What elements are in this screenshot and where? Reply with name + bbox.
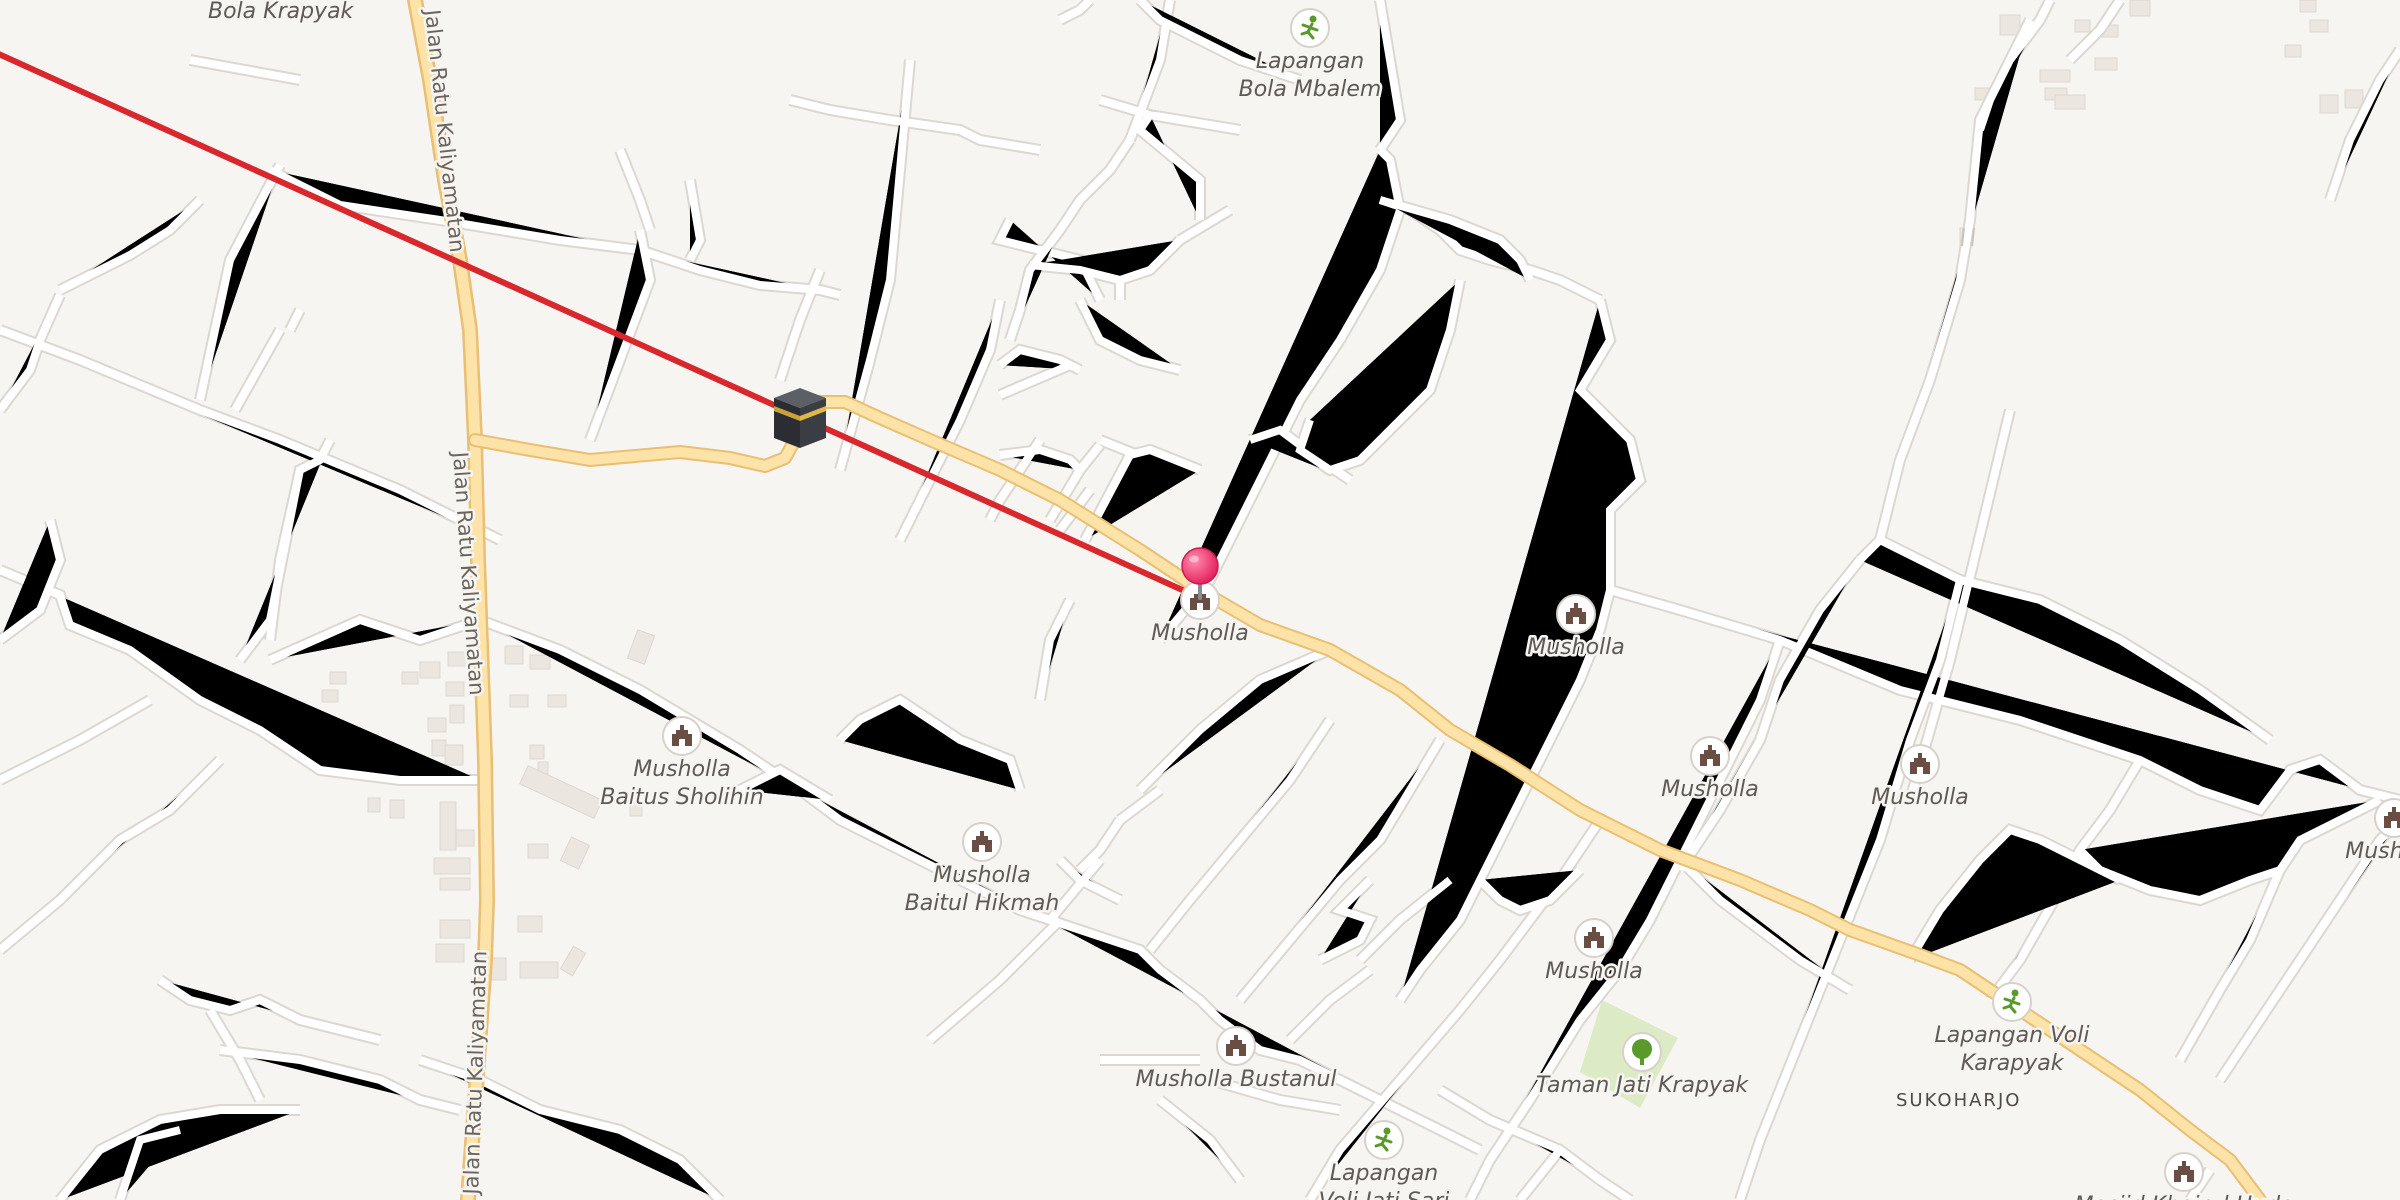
- poi-label: Masjid Khoirul Huda: [2074, 1193, 2293, 1200]
- poi-label: Musholla: [1661, 777, 1759, 802]
- poi-label: Musholla Bustanul: [1135, 1067, 1336, 1092]
- poi-label: Musholla: [1545, 959, 1643, 984]
- tree-icon: [1622, 1032, 1662, 1072]
- poi-label: Musholla: [933, 863, 1031, 888]
- place-label-bola-krapyak: Bola Krapyak: [208, 0, 355, 24]
- mosque-icon: [962, 822, 1002, 862]
- poi-label: Musholla: [1151, 621, 1249, 646]
- mosque-icon: [1690, 736, 1730, 776]
- poi-label: Lapangan: [1256, 49, 1365, 74]
- sports-icon: [1290, 8, 1330, 48]
- poi-label: Taman Jati Krapyak: [1536, 1073, 1750, 1098]
- poi-label: Musholla: [1527, 635, 1625, 660]
- sports-icon: [1992, 982, 2032, 1022]
- area-label-sukoharjo: SUKOHARJO: [1896, 1090, 2021, 1111]
- poi-label: Musholla: [633, 757, 731, 782]
- poi-label: Musholla: [2345, 839, 2400, 864]
- mosque-icon: [1574, 918, 1614, 958]
- mosque-icon: [1556, 594, 1596, 634]
- poi-label: Lapangan Voli: [1935, 1023, 2090, 1048]
- poi-label: Musholla: [1871, 785, 1969, 810]
- mosque-icon: [662, 716, 702, 756]
- poi-label: Baitul Hikmah: [905, 891, 1060, 916]
- mosque-icon: [1900, 744, 1940, 784]
- poi-label: Lapangan: [1330, 1161, 1439, 1186]
- sports-icon: [1364, 1120, 1404, 1160]
- poi-label: Bola Mbalem: [1239, 77, 1382, 102]
- poi-label: Voli Jati Sari: [1319, 1189, 1450, 1200]
- poi-label: Karapyak: [1961, 1051, 2065, 1076]
- mosque-icon: [1216, 1026, 1256, 1066]
- map-canvas[interactable]: Jalan Ratu Kaliyamatan Jalan Ratu Kaliya…: [0, 0, 2400, 1200]
- poi-label: Baitus Sholihin: [600, 785, 763, 810]
- kaaba-icon[interactable]: [774, 388, 826, 448]
- mosque-icon: [2164, 1152, 2204, 1192]
